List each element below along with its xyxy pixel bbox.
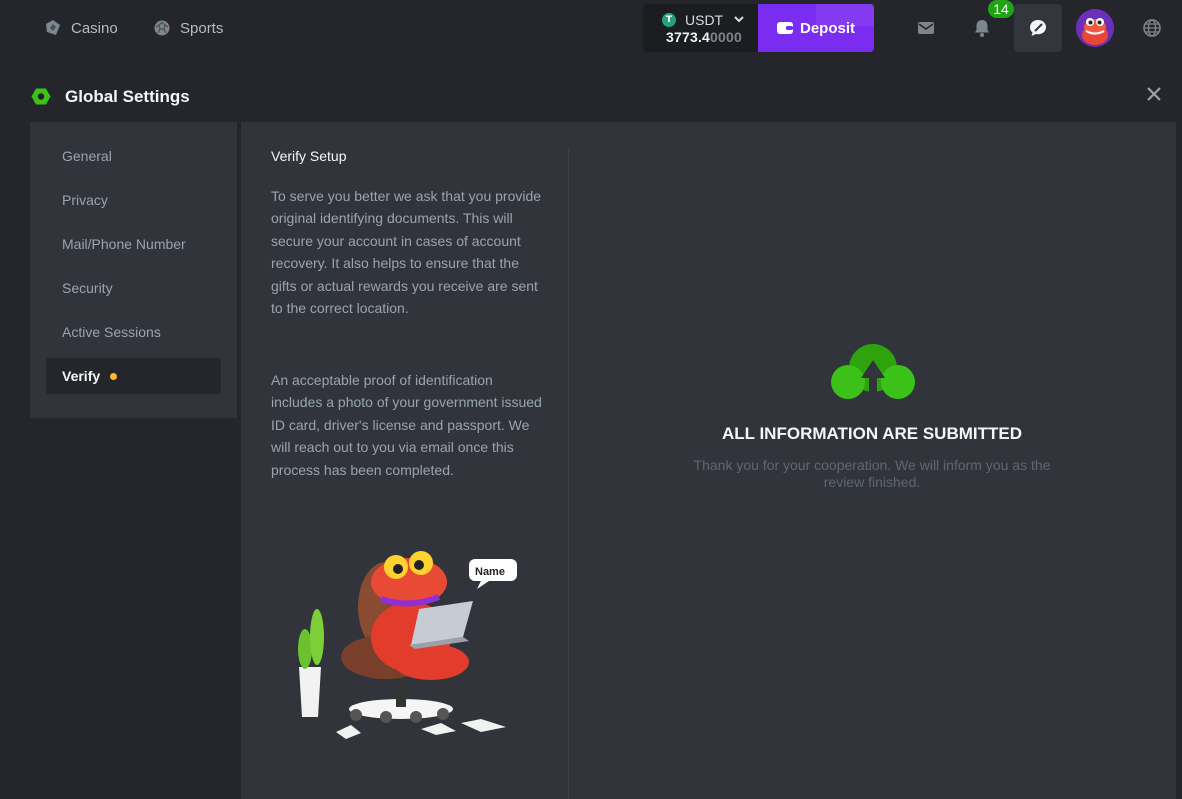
close-icon[interactable] <box>1145 85 1163 103</box>
verify-description: To serve you better we ask that you prov… <box>271 188 542 317</box>
usdt-coin-icon: T <box>662 13 676 27</box>
casino-icon <box>46 20 60 35</box>
status-dot <box>110 372 118 380</box>
nav-casino-label: Casino <box>71 19 118 37</box>
mascot-illustration: Name <box>298 551 517 739</box>
sidebar-item-general[interactable]: General <box>46 138 221 174</box>
currency-label: USDT <box>685 12 724 28</box>
balance-decimals: 0000 <box>710 29 742 45</box>
status-message: Thank you for your cooperation. We will … <box>693 457 1051 490</box>
settings-sidebar: General Privacy Mail/Phone Number Securi… <box>30 122 237 418</box>
top-navigation: Casino Sports T USDT 3773.40000 Deposit … <box>0 0 1182 58</box>
verify-id-requirements: An acceptable proof of identification in… <box>271 372 542 478</box>
language-button[interactable] <box>1128 4 1176 52</box>
verify-content: Verify Setup To serve you better we ask … <box>241 122 1176 799</box>
nav-sports[interactable]: Sports <box>153 0 223 56</box>
settings-hex-icon <box>31 88 51 105</box>
sidebar-item-security[interactable]: Security <box>46 270 221 306</box>
deposit-button[interactable]: Deposit <box>758 4 874 52</box>
nav-casino[interactable]: Casino <box>44 0 118 56</box>
sidebar-item-label: General <box>62 148 112 164</box>
balance-main: 3773.4 <box>666 29 711 45</box>
sports-ball-icon <box>154 20 170 36</box>
wallet-balance[interactable]: T USDT 3773.40000 <box>643 4 759 52</box>
sidebar-item-label: Mail/Phone Number <box>62 236 186 252</box>
wallet-icon <box>776 22 793 34</box>
avatar[interactable] <box>1076 9 1114 47</box>
chat-button[interactable] <box>1014 4 1062 52</box>
upload-complete-icon <box>831 344 915 399</box>
status-title: ALL INFORMATION ARE SUBMITTED <box>722 424 1022 443</box>
mail-icon <box>918 22 934 34</box>
sidebar-item-active-sessions[interactable]: Active Sessions <box>46 314 221 350</box>
avatar-image <box>1076 9 1114 47</box>
settings-header: Global Settings <box>0 64 1182 122</box>
balance-amount: 3773.40000 <box>666 29 742 45</box>
bell-icon <box>975 20 989 37</box>
sidebar-item-label: Active Sessions <box>62 324 161 340</box>
column-divider <box>568 148 569 799</box>
mail-button[interactable] <box>902 4 950 52</box>
notification-count-badge: 14 <box>988 0 1014 18</box>
sidebar-item-label: Security <box>62 280 113 296</box>
sidebar-item-privacy[interactable]: Privacy <box>46 182 221 218</box>
nav-sports-label: Sports <box>180 19 224 37</box>
deposit-label: Deposit <box>799 19 855 37</box>
sidebar-item-mail-phone[interactable]: Mail/Phone Number <box>46 226 221 262</box>
chevron-down-icon[interactable] <box>733 13 745 25</box>
section-title: Verify Setup <box>271 148 347 164</box>
sidebar-item-label: Privacy <box>62 192 108 208</box>
globe-icon <box>1143 19 1161 37</box>
sidebar-item-verify[interactable]: Verify <box>46 358 221 394</box>
sidebar-item-label: Verify <box>62 368 101 384</box>
chat-icon <box>1030 20 1046 36</box>
page-title: Global Settings <box>65 87 190 106</box>
bubble-text: Name <box>475 566 505 578</box>
